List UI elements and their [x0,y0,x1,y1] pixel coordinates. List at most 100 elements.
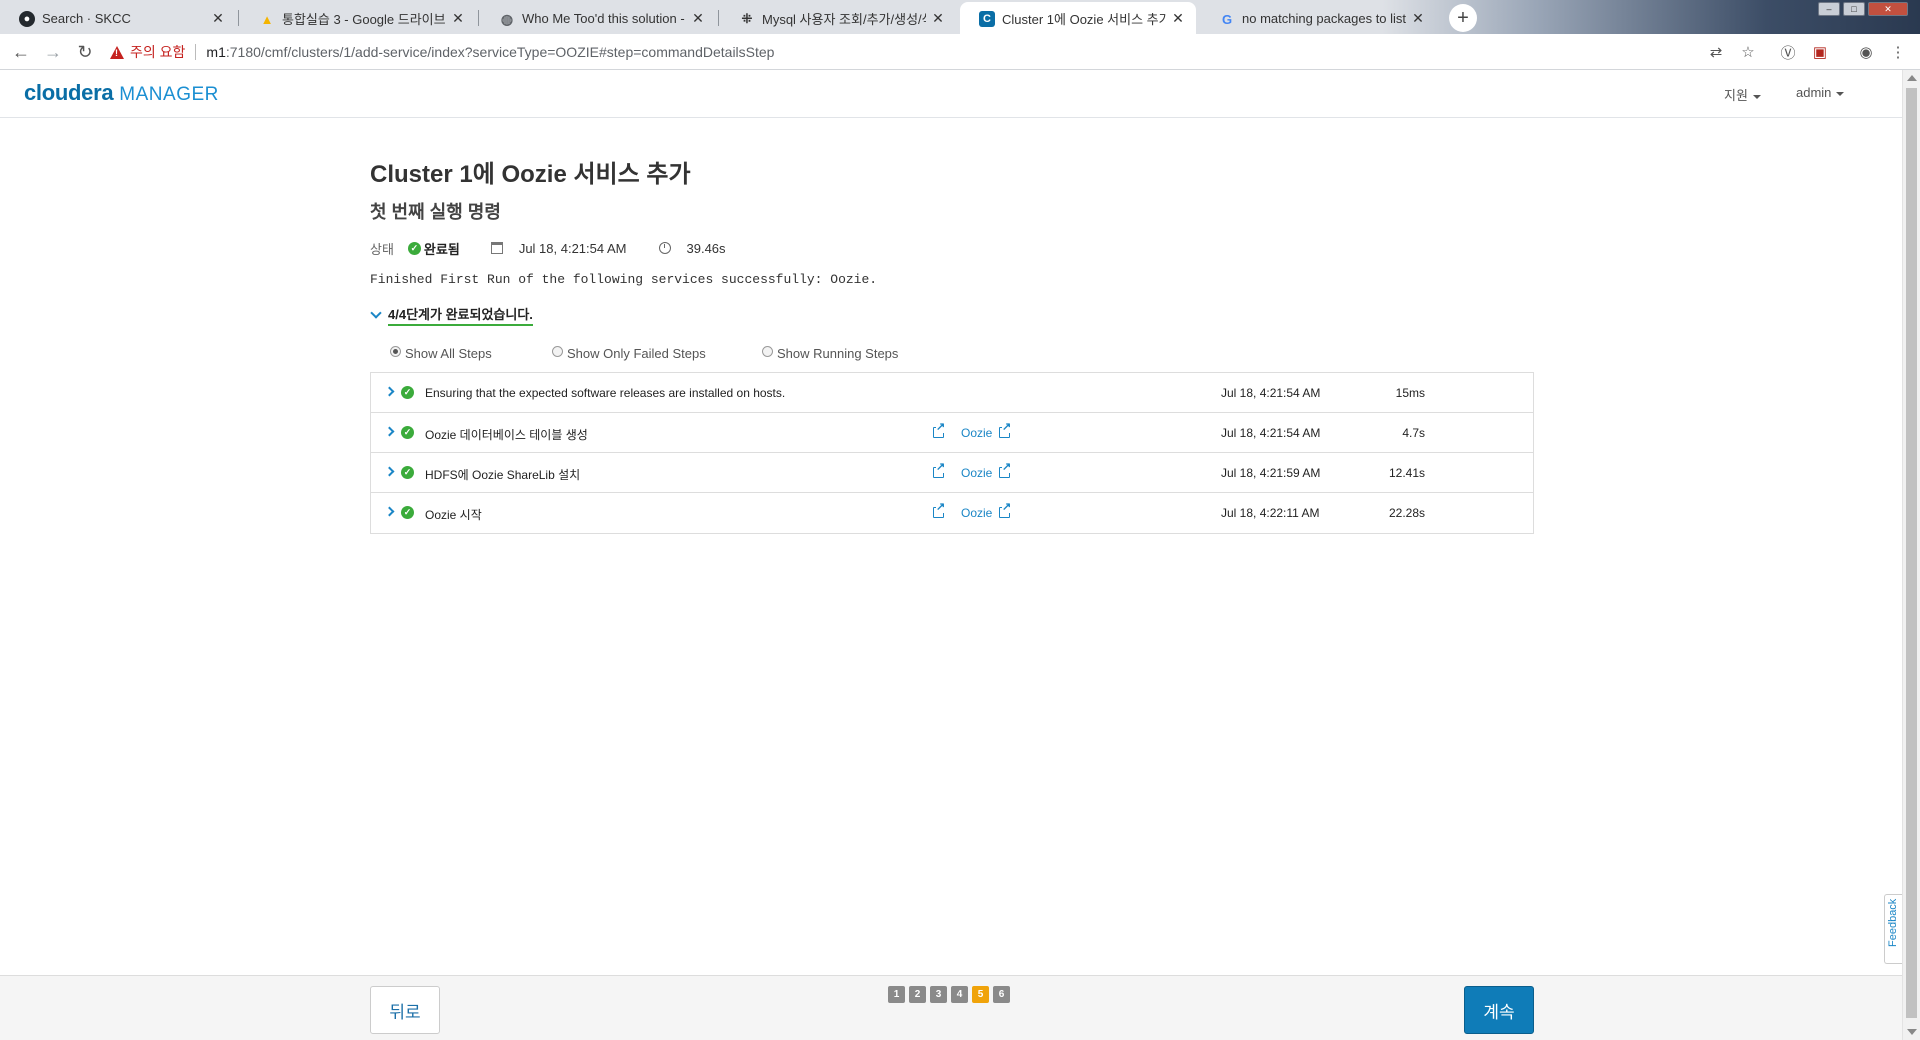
filter-running-label: Show Running Steps [777,346,899,361]
tab-title: Cluster 1에 Oozie 서비스 추가 - [1002,11,1166,27]
user-menu[interactable]: admin [1796,85,1845,100]
browser-toolbar: ← → ↻ 주의 요함 m1 :7180/cmf/clusters/1/add-… [0,34,1920,70]
step-row: ✓ Oozie 시작 Oozie Jul 18, 4:22:11 AM 22.2… [371,493,1533,533]
scroll-up-arrow-icon[interactable] [1907,75,1917,81]
close-icon[interactable]: ✕ [450,10,466,26]
filter-all-steps-radio[interactable]: Show All Steps [390,346,552,361]
check-circle-icon: ✓ [401,466,414,479]
radio-unselected-icon [762,346,773,357]
wizard-step-3[interactable]: 3 [930,986,947,1003]
page-title: Cluster 1에 Oozie 서비스 추가 [370,161,691,188]
chevron-down-icon [1836,91,1845,96]
external-link-icon[interactable] [999,462,1012,478]
cloudera-manager-logo[interactable]: cloudera MANAGER [24,80,219,106]
address-bar[interactable]: 주의 요함 m1 :7180/cmf/clusters/1/add-servic… [110,39,1680,65]
browser-tab-who-me-too[interactable]: ◍ Who Me Too'd this solution - C ✕ [480,2,716,34]
vertical-scrollbar[interactable] [1902,70,1920,1040]
tab-title: no matching packages to list yo [1242,10,1406,26]
external-link-icon[interactable] [999,502,1012,518]
clock-icon [658,242,671,254]
maximize-window-button[interactable]: □ [1843,2,1865,16]
minimize-window-button[interactable]: – [1818,2,1840,16]
step-role-link[interactable]: Oozie [961,426,992,440]
steps-summary-toggle[interactable]: 4/4단계가 완료되었습니다. [370,304,533,326]
reload-icon[interactable]: ↻ [74,41,96,63]
scrollbar-thumb[interactable] [1906,88,1917,1018]
chevron-down-icon [1752,94,1761,99]
chevron-right-icon[interactable] [384,466,395,477]
step-duration: 22.28s [1388,506,1425,520]
wizard-step-2[interactable]: 2 [909,986,926,1003]
external-link-icon[interactable] [933,422,946,438]
result-message: Finished First Run of the following serv… [370,272,878,287]
close-icon[interactable]: ✕ [1410,10,1426,26]
user-menu-label: admin [1796,85,1832,100]
pdf-extension-icon[interactable]: ▣ [1810,42,1830,62]
new-tab-button[interactable]: + [1449,4,1477,32]
bookmark-star-icon[interactable]: ☆ [1738,42,1758,62]
browser-menu-icon[interactable]: ⋮ [1888,42,1908,62]
profile-avatar-icon[interactable]: ◉ [1856,42,1876,62]
browser-tab-google-drive[interactable]: ▲ 통합실습 3 - Google 드라이브 ✕ [240,2,476,34]
tistory-icon: ⁜ [741,11,753,26]
close-icon[interactable]: ✕ [210,10,226,26]
security-warning-label[interactable]: 주의 요함 [130,42,185,62]
chevron-right-icon[interactable] [384,506,395,517]
google-icon: G [1221,11,1233,27]
filter-failed-steps-radio[interactable]: Show Only Failed Steps [552,346,762,361]
browser-tab-mysql[interactable]: ⁜ Mysql 사용자 조회/추가/생성/삭 ✕ [720,2,956,34]
step-row: ✓ Oozie 데이터베이스 테이블 생성 Oozie Jul 18, 4:21… [371,413,1533,453]
status-duration: 39.46s [686,240,726,256]
browser-tab-google-search[interactable]: G no matching packages to list yo ✕ [1200,2,1436,34]
step-role-link[interactable]: Oozie [961,506,992,520]
step-duration: 15ms [1395,386,1425,400]
github-icon: ● [19,11,35,27]
filter-running-steps-radio[interactable]: Show Running Steps [762,346,898,361]
tab-title: 통합실습 3 - Google 드라이브 [282,11,446,27]
external-link-icon[interactable] [933,502,946,518]
feedback-tab[interactable]: Feedback [1884,894,1902,964]
browser-tab-cloudera[interactable]: C Cluster 1에 Oozie 서비스 추가 - ✕ [960,2,1196,34]
filter-all-label: Show All Steps [405,346,492,361]
external-link-icon[interactable] [933,462,946,478]
wizard-step-1[interactable]: 1 [888,986,905,1003]
forward-arrow-icon[interactable]: → [42,41,64,63]
support-menu[interactable]: 지원 [1724,85,1761,104]
check-circle-icon: ✓ [401,426,414,439]
close-icon[interactable]: ✕ [1170,10,1186,26]
back-button[interactable]: 뒤로 [370,986,440,1034]
check-circle-icon: ✓ [401,386,414,399]
wizard-step-6[interactable]: 6 [993,986,1010,1003]
command-status-row: 상태 ✓ 완료됨 Jul 18, 4:21:54 AM 39.46s [370,238,726,258]
external-link-icon[interactable] [999,422,1012,438]
filter-failed-label: Show Only Failed Steps [567,346,706,361]
wizard-step-5-current[interactable]: 5 [972,986,989,1003]
status-value: 완료됨 [423,241,460,257]
chevron-right-icon[interactable] [384,426,395,437]
wizard-step-4[interactable]: 4 [951,986,968,1003]
translate-icon[interactable]: ⇄ [1706,42,1726,62]
radio-selected-icon [390,346,401,357]
extension-v-icon[interactable]: Ⓥ [1778,42,1798,62]
step-row: ✓ HDFS에 Oozie ShareLib 설치 Oozie Jul 18, … [371,453,1533,493]
radio-unselected-icon [552,346,563,357]
step-name: Ensuring that the expected software rele… [425,386,786,400]
step-row: ✓ Ensuring that the expected software re… [371,373,1533,413]
logo-brand: cloudera [24,80,114,105]
check-circle-icon: ✓ [401,506,414,519]
scroll-down-arrow-icon[interactable] [1907,1029,1917,1035]
feedback-label: Feedback [1887,898,1899,947]
back-arrow-icon[interactable]: ← [10,41,32,63]
step-role-link[interactable]: Oozie [961,466,992,480]
browser-tab-github[interactable]: ● Search · SKCC ✕ [0,2,236,34]
chevron-right-icon[interactable] [384,386,395,397]
step-time: Jul 18, 4:22:11 AM [1221,506,1320,520]
step-time: Jul 18, 4:21:59 AM [1221,466,1321,480]
close-window-button[interactable]: ✕ [1868,2,1908,16]
close-icon[interactable]: ✕ [690,10,706,26]
continue-button[interactable]: 계속 [1464,986,1534,1034]
address-divider [195,44,197,60]
close-icon[interactable]: ✕ [930,10,946,26]
tab-title: Who Me Too'd this solution - C [522,10,686,26]
step-time: Jul 18, 4:21:54 AM [1221,386,1321,400]
